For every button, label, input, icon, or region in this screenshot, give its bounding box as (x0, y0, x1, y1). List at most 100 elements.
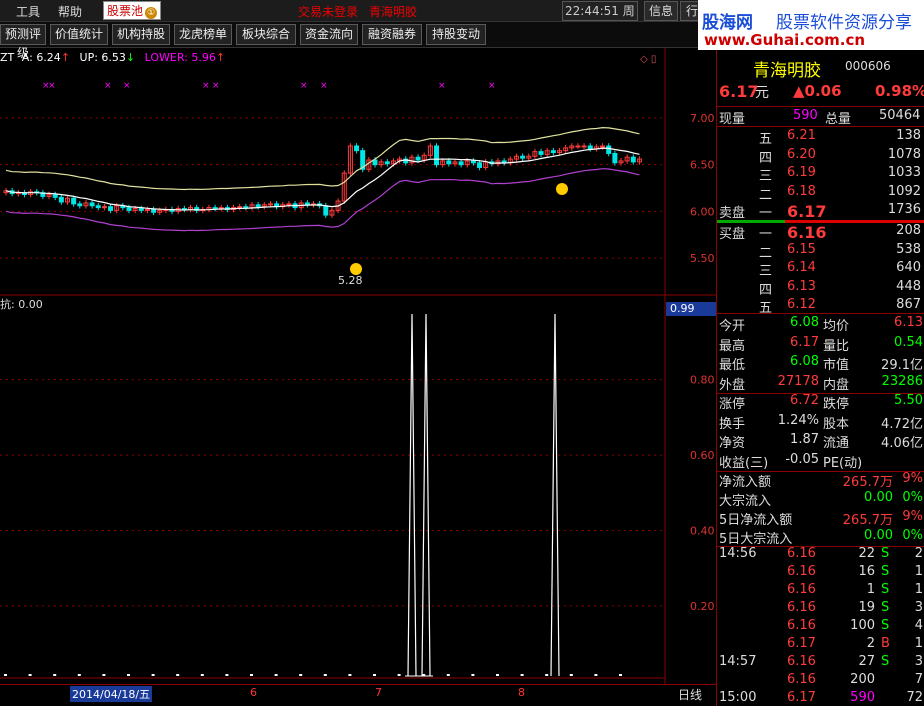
bid-level: 一 (759, 227, 773, 242)
sell-label: 卖盘 (719, 206, 746, 221)
bid-price: 6.13 (787, 278, 816, 294)
logo-url: www.Guhai.com.cn (704, 31, 866, 49)
toolbar-button-6[interactable]: 融资融券 (362, 24, 422, 45)
baseline-dot (619, 674, 622, 676)
toolbar-button-7[interactable]: 持股变动 (426, 24, 486, 45)
sub-axis-label: 0.20 (690, 600, 715, 613)
menu-tools[interactable]: 工具 (16, 3, 40, 20)
total-vol: 50464 (879, 108, 921, 123)
info-button[interactable]: 信息 (644, 1, 678, 21)
tick-side: B (881, 636, 890, 651)
candle-body (587, 145, 593, 150)
candle-body (581, 145, 587, 148)
signal-marker: × (123, 81, 131, 91)
stat-value: 6.13 (894, 315, 923, 330)
signal-spike (550, 313, 560, 677)
candle-body (415, 156, 421, 161)
baseline-dot (299, 674, 303, 676)
toolbar-button-0[interactable]: 预测评级 (0, 24, 46, 60)
tick-time: 15:00 (719, 690, 757, 705)
stock-code: 000606 (845, 59, 891, 73)
candle-body (612, 152, 618, 164)
candle-body (71, 197, 77, 205)
toolbar-button-3[interactable]: 龙虎榜单 (174, 24, 232, 45)
bid-price: 6.14 (787, 260, 816, 275)
candle-body (126, 207, 132, 211)
stat-label: 最高 (719, 338, 746, 354)
ask-level: 二 (759, 187, 773, 203)
kline-chart[interactable]: 7.006.506.005.50×× × × × × × × × ×5.28◇ ▯抗: 0.00… (0, 48, 716, 684)
flow-pct: 9% (902, 471, 923, 486)
toolbar-button-5[interactable]: 资金流向 (300, 24, 358, 45)
sub-axis-label: 0.80 (690, 374, 715, 387)
menu-help[interactable]: 帮助 (58, 3, 82, 20)
now-vol: 590 (793, 108, 818, 123)
flow-pct: 0% (902, 528, 923, 543)
tick-count: 2 (914, 546, 923, 561)
stat-value: 4.72亿 (881, 416, 923, 432)
window-control-icon: ◇ ▯ (640, 54, 656, 65)
stat-label: 净资 (719, 436, 746, 451)
signal-coin-icon (350, 263, 362, 275)
stat-label: 市值 (823, 358, 850, 373)
baseline-dot (274, 674, 278, 676)
stock-name-title: 青海明胶 (369, 5, 418, 19)
baseline-dot (323, 674, 327, 676)
tick-price: 6.17 (787, 690, 816, 705)
menu-stock-pool[interactable]: 股票池 ① (103, 1, 162, 20)
tick-side: S (881, 600, 890, 615)
toolbar-button-4[interactable]: 板块综合 (236, 24, 296, 45)
candle-body (384, 161, 390, 165)
now-vol-label: 现量 (719, 112, 746, 127)
tick-price: 6.16 (787, 618, 816, 633)
logo-slogan: 股票软件资源分享 (776, 13, 912, 33)
tick-volume: 2 (866, 636, 875, 651)
bid-level: 二 (759, 245, 773, 261)
candle-body (212, 207, 218, 210)
signal-marker: × (320, 81, 328, 91)
baseline-dot (471, 674, 475, 676)
toolbar-button-1[interactable]: 价值统计 (50, 24, 108, 45)
tick-volume: 16 (858, 564, 875, 579)
candle-body (144, 208, 150, 211)
signal-spike (421, 313, 431, 677)
date-axis-bar: 2014/04/18/五 6 7 8 日线 (0, 684, 716, 706)
stat-label: 收益(三) (719, 455, 769, 471)
quote-panel: 青海明胶 000606 6.17 元 ▲0.06 0.98% 现量 590 总量… (716, 50, 924, 706)
baseline-dot (28, 674, 32, 676)
period-selector[interactable]: 日线 (678, 686, 702, 703)
ask-volume: 1092 (887, 183, 921, 199)
ask-volume: 1033 (887, 165, 921, 180)
candle-body (101, 206, 107, 209)
tick-price: 6.16 (787, 546, 816, 561)
flow-pct: 0% (902, 490, 923, 505)
month-6: 6 (250, 686, 257, 699)
signal-spike (407, 313, 417, 677)
stat-label: 今开 (719, 319, 746, 334)
tick-volume: 590 (850, 690, 875, 705)
toolbar-button-2[interactable]: 机构持股 (112, 24, 170, 45)
ask-level: 五 (759, 132, 773, 147)
price-unit: 元 (755, 85, 769, 101)
candle-body (237, 206, 243, 209)
bid-price: 6.16 (787, 223, 827, 242)
candle-body (477, 162, 483, 168)
month-7: 7 (375, 686, 382, 699)
tick-price: 6.16 (787, 672, 816, 687)
stat-label: 外盘 (719, 377, 746, 393)
baseline-dot (102, 674, 106, 676)
price-tick-label: 6.00 (690, 205, 715, 218)
baseline-dot (397, 674, 401, 676)
baseline-dot (127, 674, 130, 676)
login-status[interactable]: 交易未登录 (298, 3, 358, 20)
baseline-dot (545, 674, 549, 676)
tick-volume: 19 (858, 600, 875, 615)
tick-price: 6.16 (787, 600, 816, 615)
tick-count: 4 (914, 618, 923, 633)
tick-time: 14:56 (719, 546, 757, 561)
bid-volume: 538 (896, 241, 921, 257)
ask-volume: 138 (896, 128, 921, 143)
sub-axis-label: 0.40 (690, 525, 715, 538)
stat-label: 内盘 (823, 377, 850, 393)
clock: 22:44:51 周六 (562, 1, 638, 36)
